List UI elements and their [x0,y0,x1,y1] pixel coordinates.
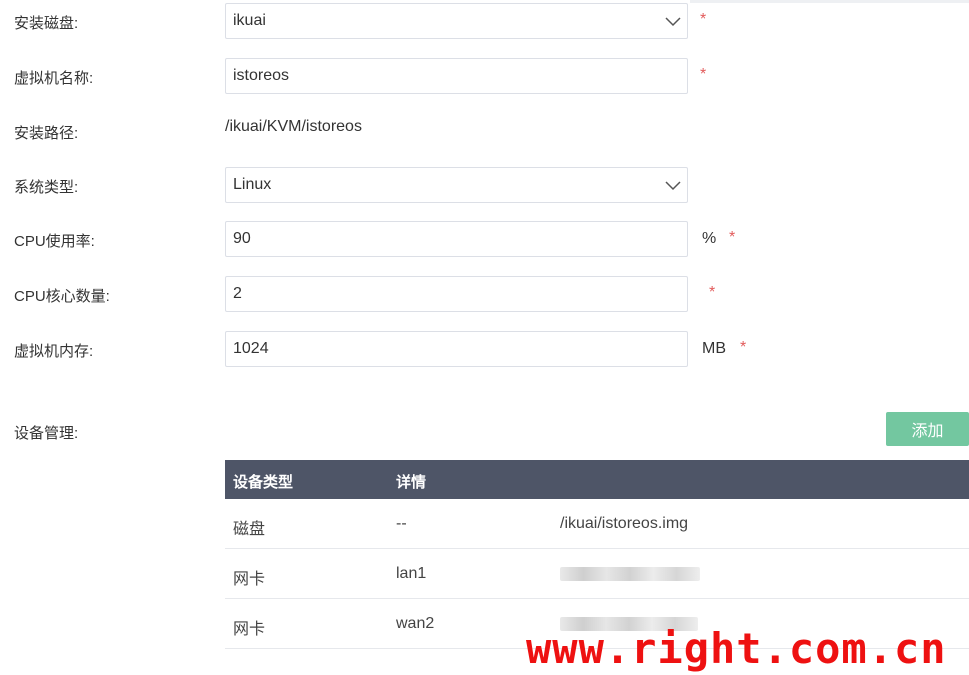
form-row-install-path: 安装路径: /ikuai/KVM/istoreos [0,113,969,149]
disk-select[interactable]: ikuai [225,3,688,39]
memory-value: 1024 [233,340,269,357]
os-type-label: 系统类型: [14,179,79,196]
column-device-type: 设备类型 [233,474,294,491]
form-row-cpu-usage: CPU使用率: 90 % * [0,221,969,257]
row-detail: wan2 [396,615,435,632]
cpu-cores-label: CPU核心数量: [14,288,110,305]
disk-select-value: ikuai [233,12,266,29]
row-extra: /ikuai/istoreos.img [560,515,689,532]
install-path-value: /ikuai/KVM/istoreos [225,118,362,135]
chevron-down-icon [665,13,681,29]
form-row-os-type: 系统类型: Linux [0,167,969,203]
vm-name-input[interactable]: istoreos [225,58,688,94]
table-row[interactable]: 磁盘 -- /ikuai/istoreos.img [225,499,969,549]
required-mark: * [740,339,747,356]
form-row-disk: 安装磁盘: ikuai * [0,3,969,39]
memory-input[interactable]: 1024 [225,331,688,367]
cpu-usage-unit: % [702,230,717,247]
form-row-vm-name: 虚拟机名称: istoreos * [0,58,969,94]
form-row-memory: 虚拟机内存: 1024 MB * [0,331,969,367]
cpu-usage-input[interactable]: 90 [225,221,688,257]
add-device-button[interactable]: 添加 [886,412,969,446]
required-mark: * [709,284,716,301]
watermark: www.right.com.cn [526,624,947,673]
required-mark: * [700,66,707,83]
chevron-down-icon [665,177,681,193]
cpu-cores-value: 2 [233,285,242,302]
os-type-select[interactable]: Linux [225,167,688,203]
cpu-usage-label: CPU使用率: [14,233,95,250]
row-detail: -- [396,515,407,532]
install-path-label: 安装路径: [14,125,79,142]
row-type: 网卡 [233,571,266,588]
required-mark: * [700,11,707,28]
vm-name-value: istoreos [233,67,290,84]
table-header: 设备类型 详情 [225,460,969,499]
column-detail: 详情 [396,474,427,491]
os-type-value: Linux [233,176,272,193]
disk-label: 安装磁盘: [14,15,79,32]
vm-name-label: 虚拟机名称: [14,70,94,87]
memory-unit: MB [702,340,726,357]
form-row-cpu-cores: CPU核心数量: 2 * [0,276,969,312]
memory-label: 虚拟机内存: [14,343,94,360]
redacted-value [560,567,700,581]
required-mark: * [729,229,736,246]
device-table: 设备类型 详情 磁盘 -- /ikuai/istoreos.img 网卡 lan… [225,460,969,649]
row-type: 网卡 [233,621,266,638]
device-management-label: 设备管理: [14,425,79,442]
row-detail: lan1 [396,565,427,582]
table-row[interactable]: 网卡 lan1 [225,549,969,599]
row-type: 磁盘 [233,521,266,538]
cpu-usage-value: 90 [233,230,251,247]
cpu-cores-input[interactable]: 2 [225,276,688,312]
